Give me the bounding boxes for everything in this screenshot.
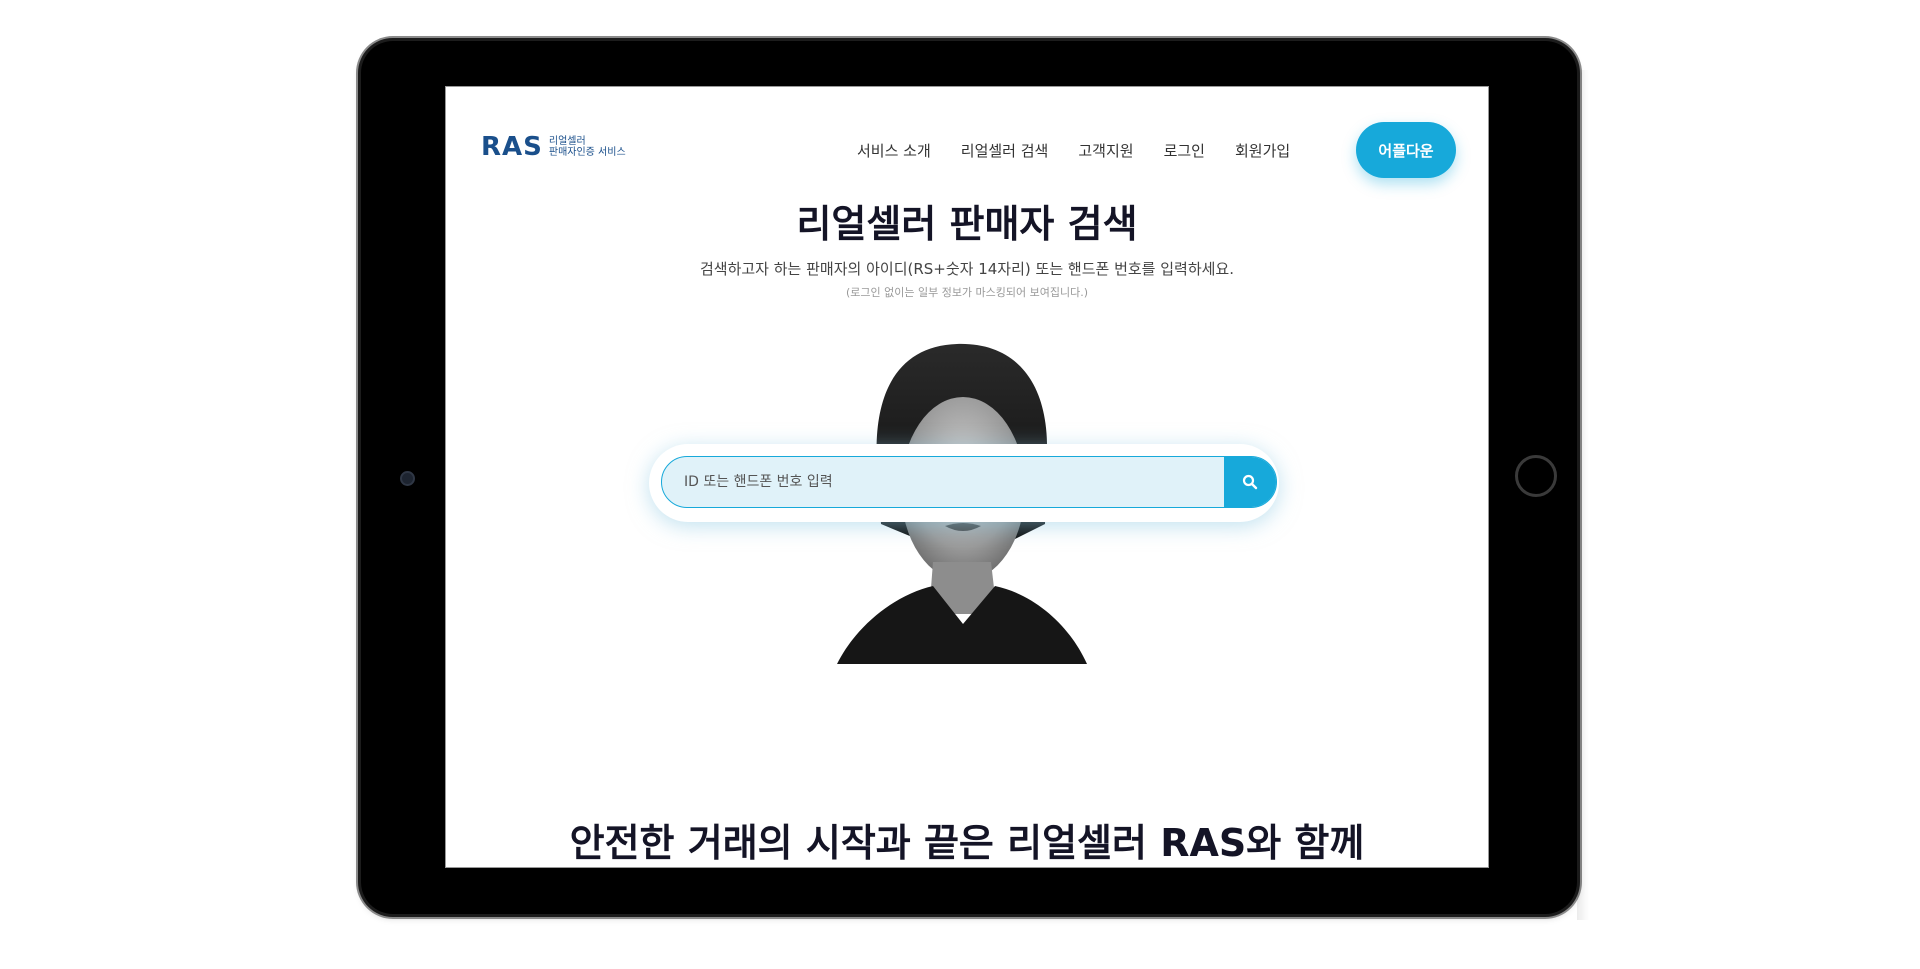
masking-note: (로그인 없이는 일부 정보가 마스킹되어 보여집니다.) <box>845 286 1089 299</box>
logo-text: 리얼셀러 판매자인증 서비스 <box>549 136 626 158</box>
search-box <box>661 456 1277 508</box>
tablet-edge <box>1577 70 1589 920</box>
logo-line-2: 판매자인증 서비스 <box>548 147 626 158</box>
nav-login[interactable]: 로그인 <box>1164 140 1205 161</box>
home-button[interactable] <box>1515 455 1557 497</box>
main-nav: 서비스 소개 리얼셀러 검색 고객지원 로그인 회원가입 <box>857 140 1320 161</box>
logo-line-1: 리얼셀러 <box>548 136 586 147</box>
nav-customer-support[interactable]: 고객지원 <box>1078 140 1133 161</box>
logo[interactable]: RAS 리얼셀러 판매자인증 서비스 <box>481 132 626 162</box>
search-button[interactable] <box>1224 457 1276 507</box>
search-input[interactable] <box>662 457 1202 507</box>
nav-service-intro[interactable]: 서비스 소개 <box>857 140 931 161</box>
nav-realseller-search[interactable]: 리얼셀러 검색 <box>961 140 1049 161</box>
nav-signup[interactable]: 회원가입 <box>1235 140 1290 161</box>
logo-mark: RAS <box>481 132 543 162</box>
section-headline: 안전한 거래의 시작과 끝은 리얼셀러 RAS와 함께 <box>569 821 1365 865</box>
page-subtitle: 검색하고자 하는 판매자의 아이디(RS+숫자 14자리) 또는 핸드폰 번호를… <box>699 260 1235 278</box>
page-title: 리얼셀러 판매자 검색 <box>796 202 1138 246</box>
app-download-button[interactable]: 어플다운 <box>1356 122 1456 178</box>
search-icon <box>1242 474 1258 490</box>
tablet-screen: RAS 리얼셀러 판매자인증 서비스 서비스 소개 리얼셀러 검색 고객지원 로… <box>445 86 1489 868</box>
camera-icon <box>400 471 415 486</box>
